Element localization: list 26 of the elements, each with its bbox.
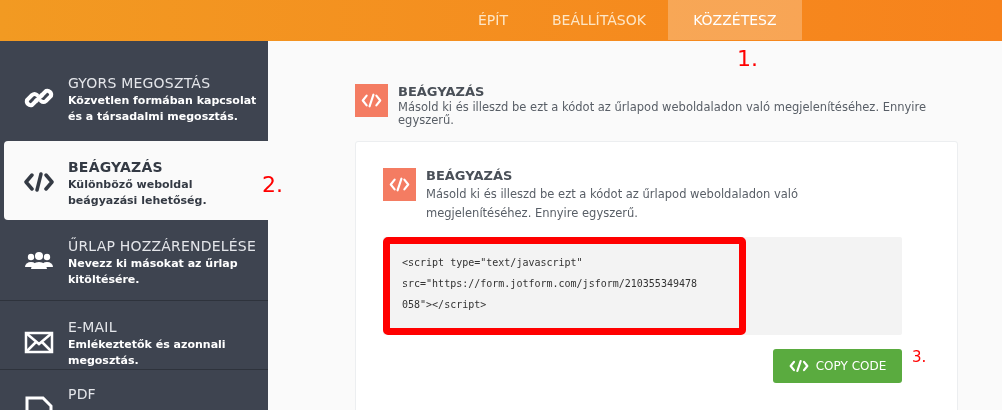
item-description: Különböző weboldal beágyazási lehetőség.	[68, 176, 208, 209]
item-title: E-MAIL	[68, 319, 118, 335]
item-title: ŰRLAP HOZZÁRENDELÉSE	[68, 238, 257, 255]
code-line: <script type="text/javascript"	[402, 256, 584, 270]
code-icon	[355, 84, 388, 117]
code-icon	[788, 359, 809, 373]
annotation-number: 1.	[737, 46, 758, 71]
item-description: Közvetlen formában kapcsolat és a társadalmi megosztás.	[68, 93, 258, 125]
sidebar-item[interactable]: GYORS MEGOSZTÁS Közvetlen formában kapcsolat és a társadalmi megosztás.	[0, 57, 268, 141]
section-description: Másold ki és illeszd be ezt a kódot az űrlapod weboldaladon való megjelenítéséhez. Ennyire egyszerű.	[398, 101, 928, 127]
section-title: BEÁGYAZÁS	[398, 84, 486, 99]
code-icon	[383, 168, 416, 201]
card-title: BEÁGYAZÁS	[426, 168, 514, 183]
sidebar-item[interactable]: E-MAIL Emlékeztetők és azonnali megosztás.	[0, 301, 268, 370]
item-title: GYORS MEGOSZTÁS	[68, 75, 212, 91]
code-line: 058"></script>	[402, 298, 488, 312]
annotation-number: 3.	[912, 348, 927, 366]
sidebar-item[interactable]: ŰRLAP HOZZÁRENDELÉSE Nevezz ki másokat az űrlap kitöltésére.	[0, 220, 268, 301]
card-description: Másold ki és illeszd be ezt a kódot az űrlapod weboldaladon való megjelenítéséhez. Ennyire egyszerű.	[426, 186, 800, 222]
code-line: src="https://form.jotform.com/jsform/210355349478	[402, 277, 697, 291]
item-description: Nevezz ki másokat az űrlap kitöltésére.	[68, 256, 239, 289]
item-title: PDF	[68, 386, 96, 402]
item-title: BEÁGYAZÁS	[68, 158, 164, 175]
item-description: Emlékeztetők és azonnali megosztás.	[68, 337, 227, 369]
sidebar-item[interactable]: PDF	[0, 370, 268, 410]
code-box[interactable]: <script type="text/javascript" src="https://form.jotform.com/jsform/210355349478 058"></script>	[383, 237, 902, 335]
